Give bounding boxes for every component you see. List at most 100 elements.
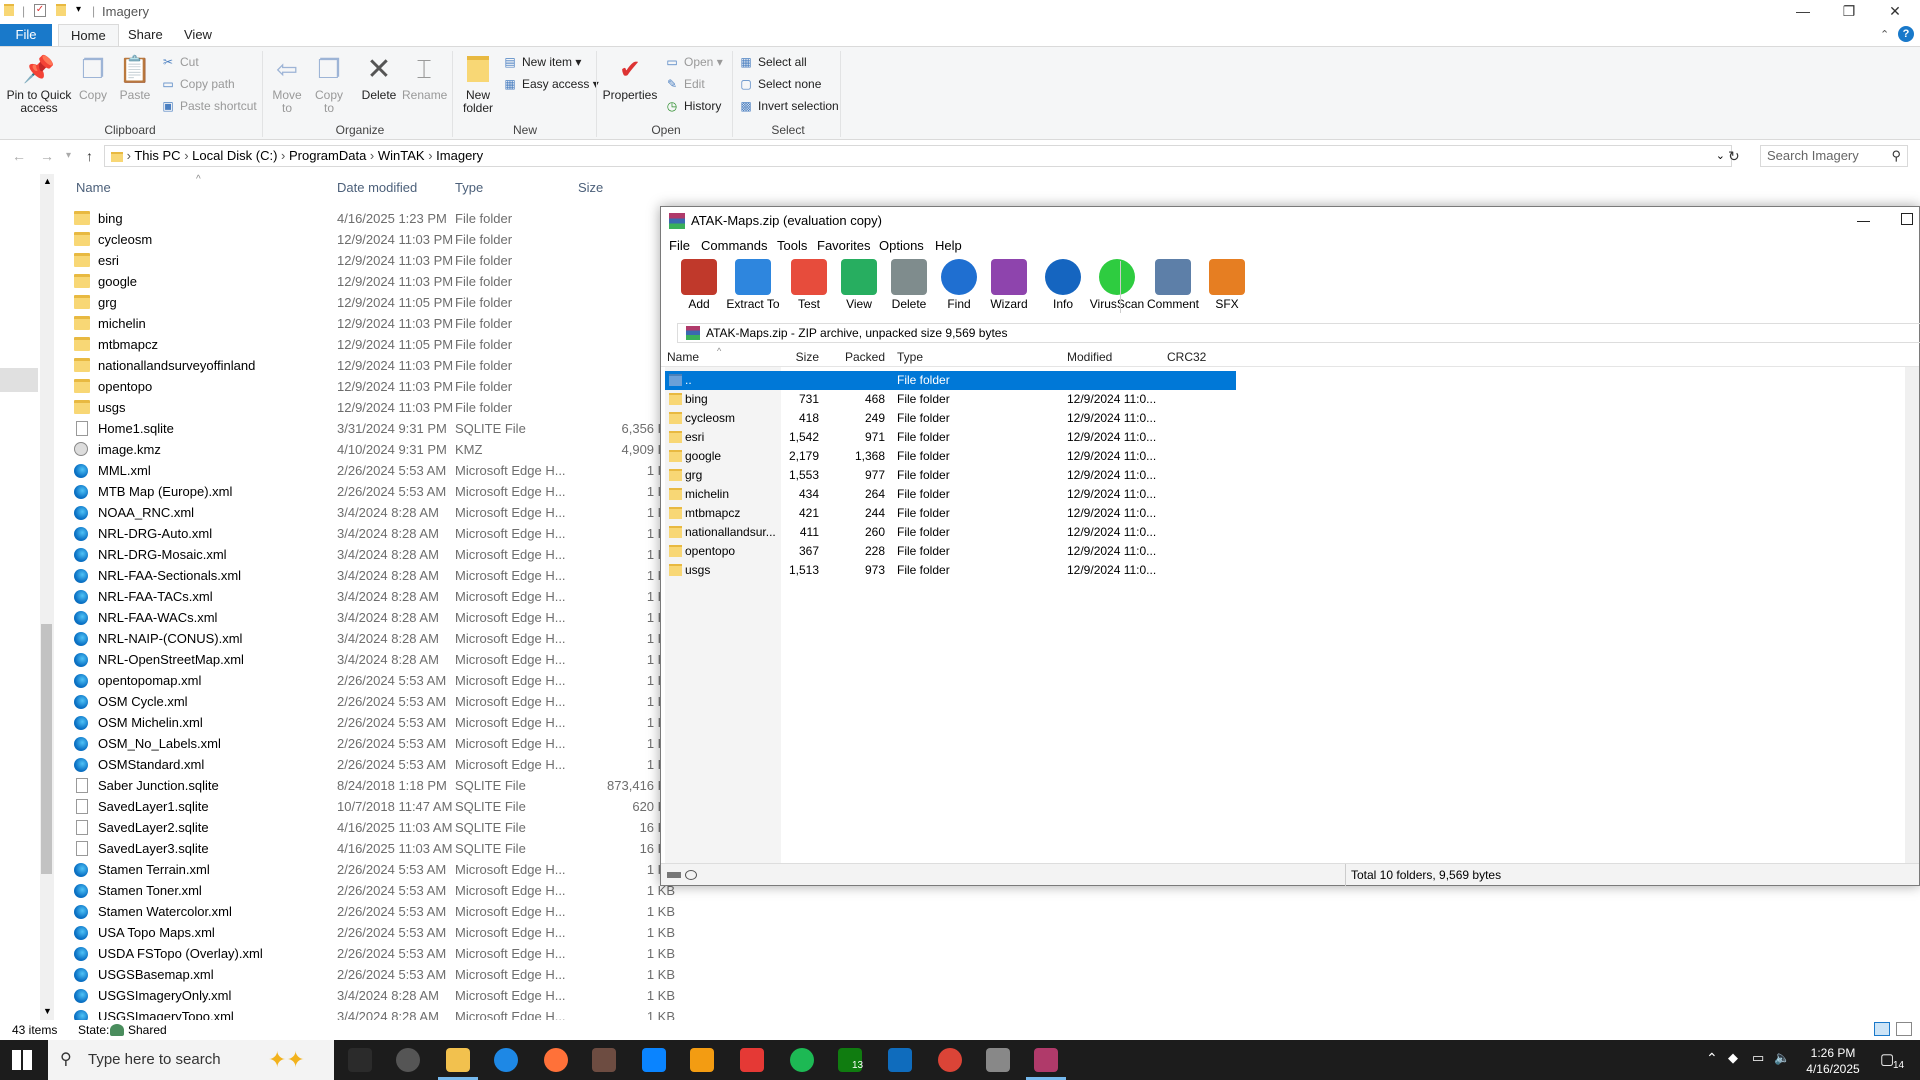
collapse-ribbon-icon[interactable]: ⌃ xyxy=(1880,28,1889,41)
properties-button[interactable]: ✔ Properties xyxy=(602,53,658,102)
winrar-icon[interactable] xyxy=(1034,1048,1058,1072)
customize-qa-icon[interactable]: ▾ xyxy=(76,4,81,15)
copy-path-button[interactable]: ▭ Copy path xyxy=(160,75,234,93)
file-row[interactable]: SavedLayer1.sqlite 10/7/2018 11:47 AM SQLI… xyxy=(70,796,690,817)
restore-icon[interactable]: ❐ xyxy=(1826,0,1872,24)
file-row[interactable]: NRL-FAA-TACs.xml 3/4/2024 8:28 AM Microsof… xyxy=(70,586,690,607)
rar-tool-view-button[interactable]: View xyxy=(831,259,887,311)
invert-selection-button[interactable]: ▩ Invert selection xyxy=(738,97,838,115)
app-b-icon[interactable] xyxy=(396,1048,420,1072)
search-input[interactable]: Search Imagery ⚲ xyxy=(1760,145,1908,167)
file-row[interactable]: OSMStandard.xml 2/26/2024 5:53 AM Microsof… xyxy=(70,754,690,775)
file-row[interactable]: USGSImageryOnly.xml 3/4/2024 8:28 AM Micro… xyxy=(70,985,690,1006)
file-row[interactable]: NRL-DRG-Mosaic.xml 3/4/2024 8:28 AM Micros… xyxy=(70,544,690,565)
rar-tool-add-button[interactable]: Add xyxy=(671,259,727,311)
rar-tool-find-button[interactable]: Find xyxy=(931,259,987,311)
rar-column-type[interactable]: Type xyxy=(897,347,923,367)
history-button[interactable]: ◷ History xyxy=(664,97,722,115)
select-all-button[interactable]: ▦ Select all xyxy=(738,53,806,71)
file-row[interactable]: MML.xml 2/26/2024 5:53 AM Microsoft Edge H… xyxy=(70,460,690,481)
menu-file[interactable]: File xyxy=(669,235,690,257)
nav-selected-item[interactable] xyxy=(0,368,38,392)
copy-button[interactable]: ❐ Copy xyxy=(76,53,110,102)
menu-favorites[interactable]: Favorites xyxy=(817,235,870,257)
rar-row[interactable]: bing 731 468 File folder 12/9/2024 11:0... xyxy=(665,390,1236,409)
rar-row[interactable]: grg 1,553 977 File folder 12/9/2024 11:0... xyxy=(665,466,1236,485)
tab-share[interactable]: Share xyxy=(116,24,175,46)
show-hidden-icons-icon[interactable]: ⌃ xyxy=(1706,1050,1718,1067)
minimize-icon[interactable]: — xyxy=(1780,0,1826,24)
breadcrumb-programdata[interactable]: ProgramData xyxy=(289,148,366,163)
paste-shortcut-button[interactable]: ▣ Paste shortcut xyxy=(160,97,256,115)
file-row[interactable]: nationallandsurveyoffinland 12/9/2024 11:… xyxy=(70,355,690,376)
menu-commands[interactable]: Commands xyxy=(701,235,767,257)
edit-button[interactable]: ✎ Edit xyxy=(664,75,705,93)
move-to-button[interactable]: ⇦ Move to xyxy=(270,53,304,115)
file-row[interactable]: OSM_No_Labels.xml 2/26/2024 5:53 AM Micros… xyxy=(70,733,690,754)
address-bar[interactable]: › This PC › Local Disk (C:) › ProgramDat… xyxy=(104,145,1732,167)
open-button[interactable]: ▭ Open ▾ xyxy=(664,53,722,71)
file-row[interactable]: NRL-OpenStreetMap.xml 3/4/2024 8:28 AM Mic… xyxy=(70,649,690,670)
navigation-pane[interactable] xyxy=(0,174,40,1020)
file-row[interactable]: Home1.sqlite 3/31/2024 9:31 PM SQLITE File… xyxy=(70,418,690,439)
file-row[interactable]: grg 12/9/2024 11:05 PM File folder xyxy=(70,292,690,313)
file-row[interactable]: usgs 12/9/2024 11:03 PM File folder xyxy=(70,397,690,418)
new-folder-button[interactable]: New folder xyxy=(458,53,498,115)
menu-help[interactable]: Help xyxy=(935,235,962,257)
scroll-thumb[interactable] xyxy=(41,624,52,874)
properties-qa-icon[interactable]: ✓ xyxy=(34,4,46,17)
firefox-icon[interactable] xyxy=(544,1048,568,1072)
file-row[interactable]: OSM Cycle.xml 2/26/2024 5:53 AM Microsoft … xyxy=(70,691,690,712)
tab-view[interactable]: View xyxy=(172,24,224,46)
file-row[interactable]: google 12/9/2024 11:03 PM File folder xyxy=(70,271,690,292)
rar-tool-comment-button[interactable]: Comment xyxy=(1145,259,1201,311)
rar-row[interactable]: michelin 434 264 File folder 12/9/2024 11:0.… xyxy=(665,485,1236,504)
menu-options[interactable]: Options xyxy=(879,235,924,257)
easy-access-button[interactable]: ▦ Easy access ▾ xyxy=(502,75,598,93)
delete-button[interactable]: ✕ Delete xyxy=(358,53,400,102)
network-icon[interactable]: ▭ xyxy=(1752,1050,1764,1066)
details-view-icon[interactable] xyxy=(1874,1022,1890,1036)
rar-row[interactable]: cycleosm 418 249 File folder 12/9/2024 11:0.… xyxy=(665,409,1236,428)
file-row[interactable]: NOAA_RNC.xml 3/4/2024 8:28 AM Microsoft Ed… xyxy=(70,502,690,523)
column-name[interactable]: Name xyxy=(76,180,111,195)
rar-tool-info-button[interactable]: Info xyxy=(1035,259,1091,311)
column-size[interactable]: Size xyxy=(578,180,603,195)
file-explorer-icon[interactable] xyxy=(446,1048,470,1072)
rar-tool-extract-to-button[interactable]: Extract To xyxy=(725,259,781,311)
file-row[interactable]: SavedLayer3.sqlite 4/16/2025 11:03 AM SQLI… xyxy=(70,838,690,859)
file-row[interactable]: USA Topo Maps.xml 2/26/2024 5:53 AM Micros… xyxy=(70,922,690,943)
app-orange-icon[interactable] xyxy=(690,1048,714,1072)
file-row[interactable]: esri 12/9/2024 11:03 PM File folder xyxy=(70,250,690,271)
file-row[interactable]: NRL-DRG-Auto.xml 3/4/2024 8:28 AM Microsof… xyxy=(70,523,690,544)
tab-file[interactable]: File xyxy=(0,24,52,46)
task-view-icon[interactable] xyxy=(348,1048,372,1072)
rar-tool-delete-button[interactable]: Delete xyxy=(881,259,937,311)
breadcrumb-wintak[interactable]: WinTAK xyxy=(378,148,425,163)
cut-button[interactable]: ✂ Cut xyxy=(160,53,199,71)
close-icon[interactable]: ✕ xyxy=(1872,0,1918,24)
file-row[interactable]: Stamen Terrain.xml 2/26/2024 5:53 AM Micro… xyxy=(70,859,690,880)
clock-time[interactable]: 1:26 PM xyxy=(1798,1046,1868,1060)
file-row[interactable]: USDA FSTopo (Overlay).xml 2/26/2024 5:53 … xyxy=(70,943,690,964)
app-grey-icon[interactable] xyxy=(986,1048,1010,1072)
rar-row[interactable]: .. File folder xyxy=(665,371,1236,390)
breadcrumb-imagery[interactable]: Imagery xyxy=(436,148,483,163)
select-none-button[interactable]: ▢ Select none xyxy=(738,75,821,93)
rar-column-size[interactable]: Size xyxy=(781,347,819,367)
rar-row[interactable]: usgs 1,513 973 File folder 12/9/2024 11:0... xyxy=(665,561,1236,580)
rar-row[interactable]: google 2,179 1,368 File folder 12/9/2024 11:… xyxy=(665,447,1236,466)
back-arrow-icon[interactable]: ← xyxy=(12,148,26,164)
large-icons-view-icon[interactable] xyxy=(1896,1022,1912,1036)
edge-icon[interactable] xyxy=(494,1048,518,1072)
file-row[interactable]: mtbmapcz 12/9/2024 11:05 PM File folder xyxy=(70,334,690,355)
rar-tool-wizard-button[interactable]: Wizard xyxy=(981,259,1037,311)
winrar-minimize-icon[interactable]: — xyxy=(1857,207,1870,235)
file-row[interactable]: Saber Junction.sqlite 8/24/2018 1:18 PM SQ… xyxy=(70,775,690,796)
rar-tool-sfx-button[interactable]: SFX xyxy=(1199,259,1255,311)
recent-chevron-icon[interactable]: ▾ xyxy=(66,150,71,161)
rar-scrollbar[interactable] xyxy=(1905,367,1919,863)
file-row[interactable]: opentopomap.xml 2/26/2024 5:53 AM Microsof… xyxy=(70,670,690,691)
list-scrollbar[interactable]: ▲ ▼ xyxy=(40,174,54,1020)
rar-column-crc32[interactable]: CRC32 xyxy=(1167,347,1206,367)
